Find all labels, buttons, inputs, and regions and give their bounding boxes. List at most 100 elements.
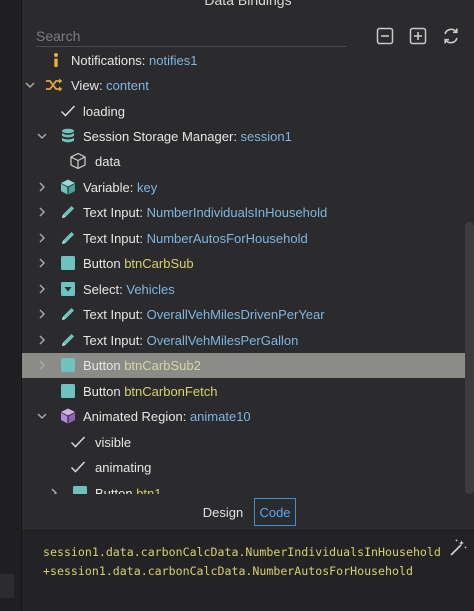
tree-row[interactable]: Text Input: OverallVehMilesPerGallon	[22, 328, 465, 353]
tree-row[interactable]: Text Input: NumberAutosForHousehold	[22, 226, 465, 251]
gutter-notch	[0, 574, 14, 598]
tree-row-value: OverallVehMilesPerGallon	[146, 333, 299, 348]
tab-code[interactable]: Code	[254, 498, 296, 526]
tree-row[interactable]: Notifications: notifies1	[22, 48, 465, 73]
tree-row-label: Text Input: NumberAutosForHousehold	[83, 231, 308, 246]
tree-row-label: Variable: key	[83, 180, 157, 195]
code-editor[interactable]: session1.data.carbonCalcData.NumberIndiv…	[22, 530, 474, 611]
cube-icon	[59, 178, 77, 196]
chevron-down-icon[interactable]	[36, 410, 48, 422]
database-icon	[59, 127, 77, 145]
panel-title: Data Bindings	[204, 0, 292, 8]
tree-row[interactable]: Session Storage Manager: session1	[22, 124, 465, 149]
tree-row[interactable]: Variable: key	[22, 175, 465, 200]
check-icon	[59, 102, 77, 120]
tree-row-value: NumberAutosForHousehold	[146, 231, 308, 246]
tree-row-type: Button	[95, 486, 137, 494]
tree-row-type: Select:	[83, 282, 127, 297]
tree-row[interactable]: data	[22, 149, 465, 174]
search-input[interactable]	[36, 25, 346, 47]
tree-row-label: Text Input: OverallVehMilesPerGallon	[83, 333, 298, 348]
tree-row-value: btnCarbSub2	[124, 358, 201, 373]
tree-row[interactable]: Animated Region: animate10	[22, 404, 465, 429]
tree-row-label: Select: Vehicles	[83, 282, 175, 297]
tree-row[interactable]: animating	[22, 455, 465, 480]
tree-row-type: Text Input:	[83, 231, 147, 246]
button-icon	[59, 356, 77, 374]
tree-row-label: Button btnCarbSub2	[83, 358, 201, 373]
tree-row-type: Button	[83, 358, 125, 373]
cube-outline-icon	[69, 152, 87, 170]
data-bindings-panel: Data Bindings Notifications: notifies1Vi…	[22, 0, 474, 611]
tree-row-value: OverallVehMilesDrivenPerYear	[146, 307, 325, 322]
chevron-right-icon[interactable]	[36, 181, 48, 193]
chevron-right-icon[interactable]	[36, 206, 48, 218]
search-bar	[36, 25, 346, 47]
tree-row-value: btnCarbonFetch	[124, 384, 218, 399]
code-expression[interactable]: session1.data.carbonCalcData.NumberIndiv…	[43, 543, 441, 581]
tree-row-type: Notifications:	[71, 53, 150, 68]
tree-row-value: btn1	[136, 486, 162, 494]
check-icon	[69, 433, 87, 451]
info-icon	[47, 51, 65, 69]
tree-row-type: View:	[71, 78, 107, 93]
tree-row[interactable]: Text Input: NumberIndividualsInHousehold	[22, 200, 465, 225]
tree-row-type: data	[95, 154, 121, 169]
tree-row[interactable]: Button btnCarbSub2	[22, 353, 465, 378]
chevron-right-icon[interactable]	[36, 283, 48, 295]
tree-row[interactable]: Button btnCarbSub	[22, 251, 465, 276]
tree-row-label: Button btn1	[95, 486, 162, 494]
tree-row-value: animate10	[189, 409, 251, 424]
button-icon	[71, 484, 89, 494]
tree-row[interactable]: visible	[22, 430, 465, 455]
refresh-icon[interactable]	[441, 26, 461, 46]
button-icon	[59, 254, 77, 272]
chevron-right-icon[interactable]	[36, 359, 48, 371]
tree-row-value: Vehicles	[126, 282, 175, 297]
collapse-all-icon[interactable]	[375, 26, 395, 46]
shuffle-icon	[45, 76, 63, 94]
select-icon	[59, 280, 77, 298]
tree-row-type: loading	[83, 104, 125, 119]
expand-all-icon[interactable]	[408, 26, 428, 46]
tree-scrollbar[interactable]	[465, 222, 474, 494]
tree-row[interactable]: Select: Vehicles	[22, 277, 465, 302]
tree-row-type: visible	[95, 435, 132, 450]
tree-row[interactable]: Text Input: OverallVehMilesDrivenPerYear	[22, 302, 465, 327]
tree-row-label: animating	[95, 460, 151, 475]
pen-icon	[59, 331, 77, 349]
chevron-right-icon[interactable]	[36, 232, 48, 244]
tree-row[interactable]: View: content	[22, 73, 465, 98]
magic-wand-icon[interactable]	[448, 538, 468, 558]
tree-row-value: notifies1	[149, 53, 198, 68]
tree-row-label: Session Storage Manager: session1	[83, 129, 292, 144]
tree-row-label: loading	[83, 104, 125, 119]
tree-row[interactable]: loading	[22, 99, 465, 124]
chevron-down-icon[interactable]	[36, 130, 48, 142]
tree-row-label: Button btnCarbSub	[83, 256, 194, 271]
left-gutter	[0, 0, 22, 611]
tree-row-type: Button	[83, 384, 125, 399]
tabs-bar: Design Code	[22, 494, 474, 530]
chevron-down-icon[interactable]	[24, 79, 36, 91]
tree-row-type: Variable:	[83, 180, 137, 195]
tree-row-label: Animated Region: animate10	[83, 409, 251, 424]
chevron-right-icon[interactable]	[48, 487, 60, 494]
pen-icon	[59, 229, 77, 247]
tree-row-label: Text Input: NumberIndividualsInHousehold	[83, 205, 327, 220]
chevron-right-icon[interactable]	[36, 308, 48, 320]
chevron-right-icon[interactable]	[36, 334, 48, 346]
tree-row-value: NumberIndividualsInHousehold	[146, 205, 328, 220]
tab-design[interactable]: Design	[197, 498, 249, 526]
tree-row-label: Button btnCarbonFetch	[83, 384, 217, 399]
tree-row[interactable]: Button btn1	[22, 481, 465, 494]
chevron-right-icon[interactable]	[36, 257, 48, 269]
pen-icon	[59, 203, 77, 221]
tree-row-value: btnCarbSub	[124, 256, 194, 271]
tree-row[interactable]: Button btnCarbonFetch	[22, 379, 465, 404]
tree-row-label: Text Input: OverallVehMilesDrivenPerYear	[83, 307, 325, 322]
tree-row-label: visible	[95, 435, 131, 450]
bindings-tree: Notifications: notifies1 View: content loa…	[22, 48, 465, 494]
tree-row-type: Text Input:	[83, 333, 147, 348]
tree-row-value: session1	[240, 129, 292, 144]
